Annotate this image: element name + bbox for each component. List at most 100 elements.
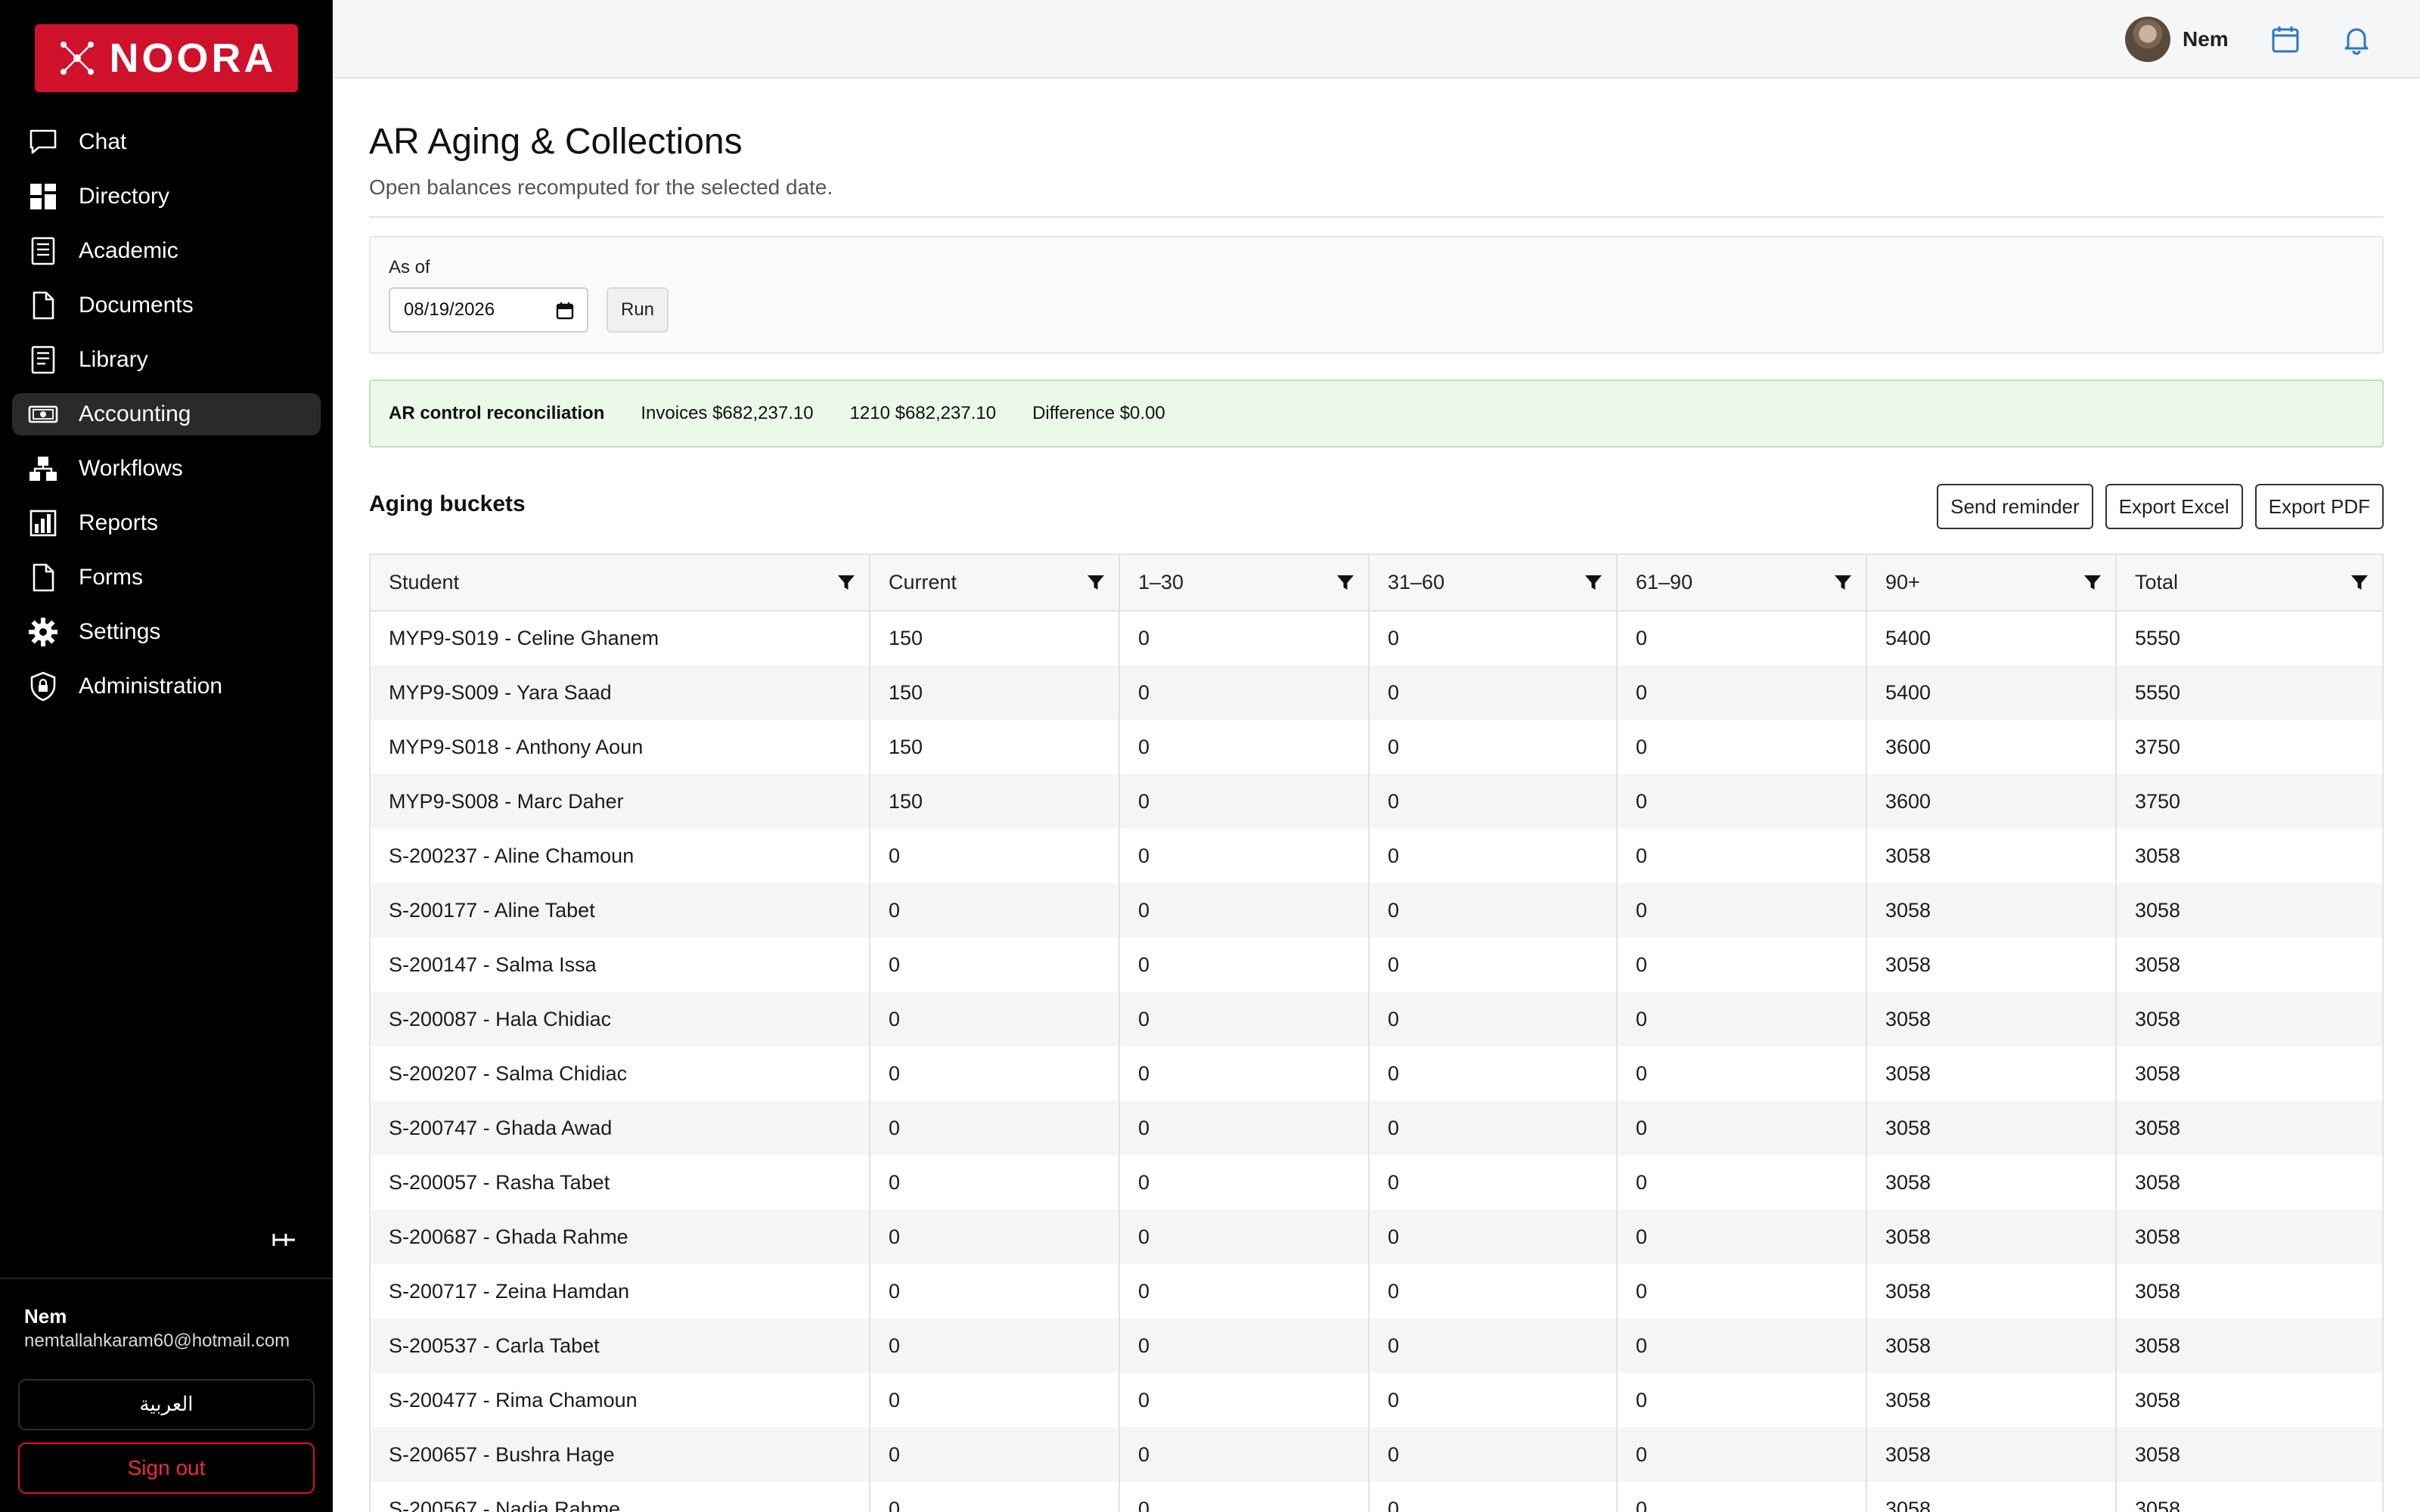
reconciliation-banner: AR control reconciliation Invoices $682,… bbox=[369, 380, 2384, 448]
avatar[interactable] bbox=[2125, 17, 2170, 62]
table-cell: 150 bbox=[870, 611, 1120, 665]
table-cell: 0 bbox=[1369, 1264, 1618, 1318]
table-cell: 0 bbox=[1369, 992, 1618, 1046]
table-cell: 0 bbox=[1119, 1318, 1370, 1373]
filter-funnel-icon[interactable] bbox=[2082, 572, 2103, 593]
library-icon bbox=[31, 345, 55, 374]
sidebar-item-reports[interactable]: Reports bbox=[12, 502, 321, 544]
filter-funnel-icon[interactable] bbox=[1085, 572, 1106, 593]
pin-icon[interactable] bbox=[269, 1226, 299, 1253]
column-header-label: Current bbox=[889, 571, 957, 593]
table-row[interactable]: S-200717 - Zeina Hamdan 0 0 0 0 3058 3058 bbox=[371, 1264, 2382, 1318]
column-header[interactable]: 90+ bbox=[1866, 555, 2117, 612]
sidebar-item-label: Accounting bbox=[79, 401, 191, 426]
sign-out-button[interactable]: Sign out bbox=[18, 1442, 315, 1494]
column-header[interactable]: 61–90 bbox=[1617, 555, 1867, 612]
sidebar-item-administration[interactable]: Administration bbox=[12, 665, 321, 708]
column-header[interactable]: Student bbox=[371, 555, 870, 612]
sidebar-item-forms[interactable]: Forms bbox=[12, 556, 321, 599]
table-cell: 0 bbox=[1369, 937, 1618, 992]
sidebar-item-library[interactable]: Library bbox=[12, 339, 321, 381]
table-cell: 0 bbox=[1617, 1373, 1867, 1427]
column-header-label: 1–30 bbox=[1138, 571, 1184, 593]
table-cell: 0 bbox=[1617, 1101, 1867, 1155]
table-cell: 0 bbox=[1617, 1427, 1867, 1482]
filter-funnel-icon[interactable] bbox=[1335, 572, 1356, 593]
run-button[interactable]: Run bbox=[607, 287, 669, 333]
table-row[interactable]: S-200087 - Hala Chidiac 0 0 0 0 3058 3058 bbox=[371, 992, 2382, 1046]
table-cell: S-200177 - Aline Tabet bbox=[371, 883, 870, 937]
as-of-date-input[interactable]: 08/19/2026 bbox=[389, 287, 588, 333]
table-cell: 0 bbox=[870, 1427, 1120, 1482]
table-cell: 0 bbox=[1617, 665, 1867, 720]
sidebar-item-chat[interactable]: Chat bbox=[12, 121, 321, 163]
table-cell: S-200207 - Salma Chidiac bbox=[371, 1046, 870, 1101]
table-row[interactable]: S-200207 - Salma Chidiac 0 0 0 0 3058 3058 bbox=[371, 1046, 2382, 1101]
grid-icon bbox=[30, 184, 56, 209]
title-divider bbox=[369, 216, 2384, 218]
topbar-user-name[interactable]: Nem bbox=[2183, 27, 2229, 51]
table-cell: 3058 bbox=[2135, 1497, 2181, 1512]
table-cell: 0 bbox=[870, 1155, 1120, 1210]
language-button[interactable]: العربية bbox=[18, 1379, 315, 1430]
sidebar-item-label: Chat bbox=[79, 129, 127, 154]
table-cell: 0 bbox=[1617, 611, 1867, 665]
table-cell: 3058 bbox=[2135, 1061, 2181, 1085]
table-row[interactable]: S-200747 - Ghada Awad 0 0 0 0 3058 3058 bbox=[371, 1101, 2382, 1155]
sidebar-item-accounting[interactable]: Accounting bbox=[12, 393, 321, 435]
filter-funnel-icon[interactable] bbox=[836, 572, 857, 593]
table-row[interactable]: S-200537 - Carla Tabet 0 0 0 0 3058 3058 bbox=[371, 1318, 2382, 1373]
sidebar-item-settings[interactable]: Settings bbox=[12, 611, 321, 653]
table-cell: 150 bbox=[870, 665, 1120, 720]
table-cell: 0 bbox=[1119, 1264, 1370, 1318]
table-row[interactable]: MYP9-S009 - Yara Saad 150 0 0 0 5400 5550 bbox=[371, 665, 2382, 720]
export-pdf-button[interactable]: Export PDF bbox=[2254, 484, 2384, 529]
table-row[interactable]: MYP9-S019 - Celine Ghanem 150 0 0 0 5400 5550 bbox=[371, 611, 2382, 665]
table-row[interactable]: S-200057 - Rasha Tabet 0 0 0 0 3058 3058 bbox=[371, 1155, 2382, 1210]
column-header[interactable]: Total bbox=[2116, 555, 2382, 612]
brand-name: NOORA bbox=[109, 36, 277, 81]
column-header-content: 31–60 bbox=[1388, 571, 1616, 594]
calendar-icon[interactable] bbox=[2269, 23, 2302, 56]
date-picker-icon[interactable] bbox=[555, 301, 575, 321]
table-row[interactable]: S-200237 - Aline Chamoun 0 0 0 0 3058 3058 bbox=[371, 829, 2382, 883]
table-cell: MYP9-S009 - Yara Saad bbox=[371, 665, 870, 720]
table-row[interactable]: MYP9-S008 - Marc Daher 150 0 0 0 3600 3750 bbox=[371, 774, 2382, 829]
table-cell: S-200057 - Rasha Tabet bbox=[371, 1155, 870, 1210]
bell-icon[interactable] bbox=[2340, 23, 2373, 56]
table-cell: 0 bbox=[1617, 1264, 1867, 1318]
page-title: AR Aging & Collections bbox=[369, 122, 743, 162]
sidebar-item-documents[interactable]: Documents bbox=[12, 284, 321, 327]
table-row[interactable]: S-200147 - Salma Issa 0 0 0 0 3058 3058 bbox=[371, 937, 2382, 992]
table-cell: 0 bbox=[1617, 774, 1867, 829]
table-row[interactable]: S-200657 - Bushra Hage 0 0 0 0 3058 3058 bbox=[371, 1427, 2382, 1482]
reconciliation-title: AR control reconciliation bbox=[389, 403, 605, 423]
filter-funnel-icon[interactable] bbox=[1832, 572, 1854, 593]
sidebar-item-workflows[interactable]: Workflows bbox=[12, 448, 321, 490]
column-header[interactable]: 31–60 bbox=[1369, 555, 1618, 612]
table-cell: 0 bbox=[1617, 1318, 1867, 1373]
table-row[interactable]: MYP9-S018 - Anthony Aoun 150 0 0 0 3600 3750 bbox=[371, 720, 2382, 774]
column-header[interactable]: 1–30 bbox=[1119, 555, 1370, 612]
filter-funnel-icon[interactable] bbox=[1583, 572, 1604, 593]
send-reminder-button[interactable]: Send reminder bbox=[1937, 484, 2093, 529]
table-row[interactable]: S-200687 - Ghada Rahme 0 0 0 0 3058 3058 bbox=[371, 1210, 2382, 1264]
column-header[interactable]: Current bbox=[870, 555, 1120, 612]
sidebar-item-academic[interactable]: Academic bbox=[12, 230, 321, 272]
column-header-content: 90+ bbox=[1885, 571, 2115, 594]
table-cell: 3058 bbox=[1866, 1210, 2117, 1264]
filter-funnel-icon[interactable] bbox=[2349, 572, 2370, 593]
export-excel-button[interactable]: Export Excel bbox=[2105, 484, 2243, 529]
table-cell: 3058 bbox=[1866, 992, 2117, 1046]
table-cell: 0 bbox=[870, 829, 1120, 883]
column-header-content: Total bbox=[2135, 571, 2382, 594]
table-cell: 0 bbox=[1369, 1101, 1618, 1155]
table-cell: 5550 bbox=[2116, 665, 2382, 720]
sidebar-item-directory[interactable]: Directory bbox=[12, 175, 321, 218]
table-row[interactable]: S-200477 - Rima Chamoun 0 0 0 0 3058 3058 bbox=[371, 1373, 2382, 1427]
table-row[interactable]: S-200567 - Nadia Rahme 0 0 0 0 3058 3058 bbox=[371, 1482, 2382, 1512]
table-cell: 0 bbox=[870, 1264, 1120, 1318]
table-row[interactable]: S-200177 - Aline Tabet 0 0 0 0 3058 3058 bbox=[371, 883, 2382, 937]
column-header-label: Student bbox=[389, 571, 460, 593]
brand-logo[interactable]: NOORA bbox=[35, 24, 298, 92]
